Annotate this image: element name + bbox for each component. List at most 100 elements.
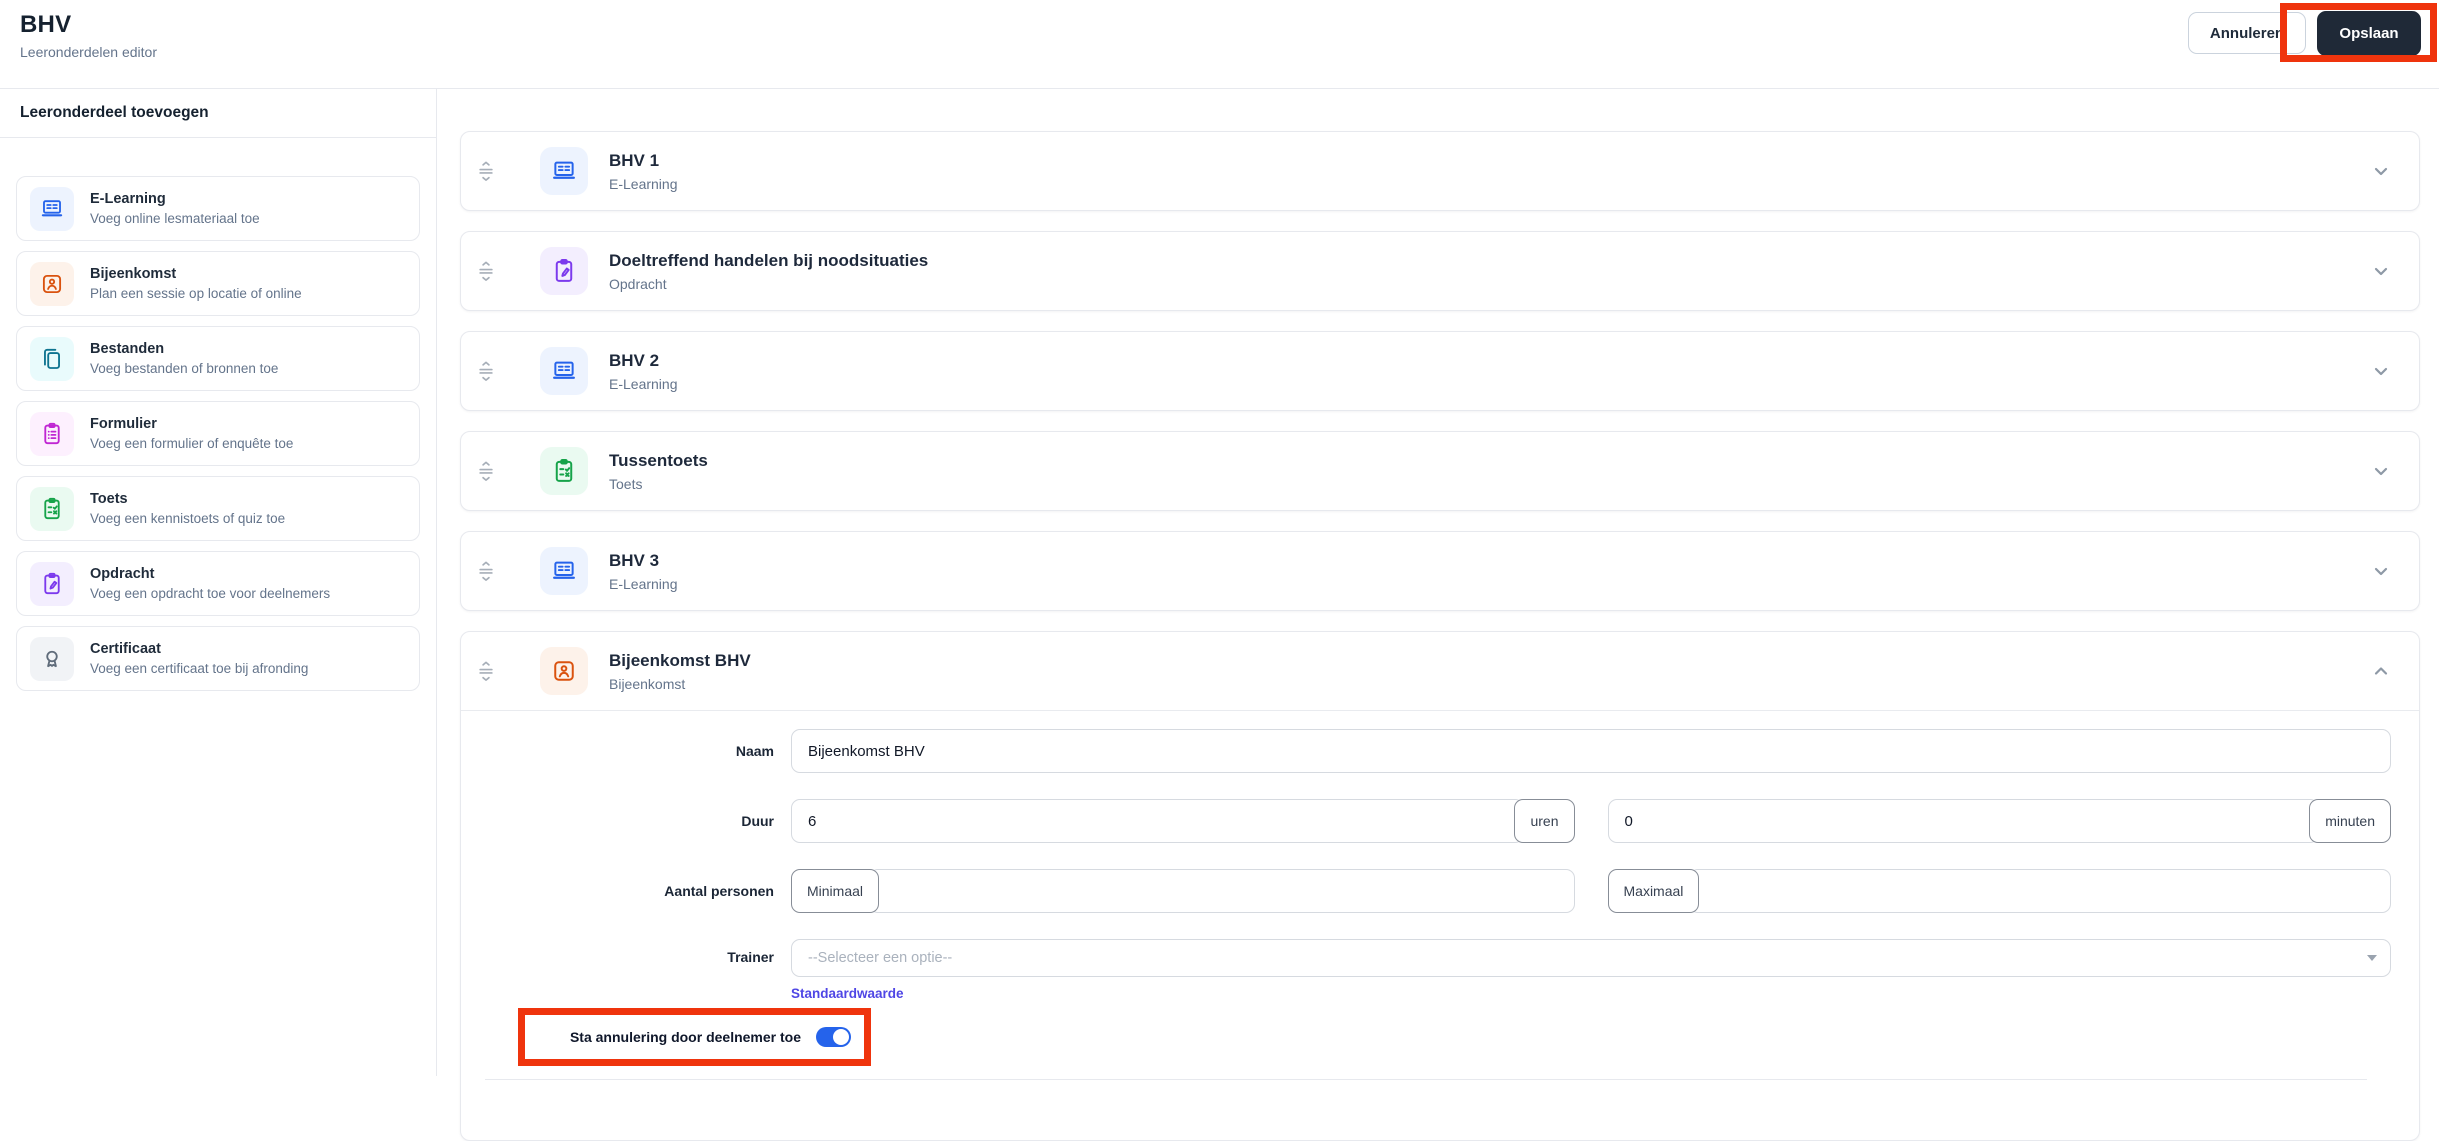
- component-title: Doeltreffend handelen bij noodsituaties: [609, 250, 929, 270]
- sidebar-item-label: Toets: [90, 491, 128, 507]
- assignment-icon: [30, 561, 74, 606]
- sidebar-item-description: Plan een sessie op locatie of online: [90, 286, 302, 301]
- cancellation-toggle-highlight-annotation: Sta annulering door deelnemer toe: [518, 1008, 871, 1066]
- cancellation-toggle-label: Sta annulering door deelnemer toe: [569, 1029, 801, 1045]
- page-header: BHV Leeronderdelen editor Annuleren Opsl…: [0, 0, 2439, 89]
- minutes-suffix: minuten: [2309, 799, 2391, 843]
- trainer-select-placeholder: --Selecteer een optie--: [808, 950, 953, 966]
- participant-cancellation-toggle[interactable]: [816, 1027, 851, 1047]
- drag-handle-icon[interactable]: [477, 259, 495, 283]
- drag-handle-icon[interactable]: [477, 459, 495, 483]
- sidebar-item-description: Voeg een kennistoets of quiz toe: [90, 511, 286, 526]
- sidebar: Leeronderdeel toevoegen E-Learning Voeg …: [0, 89, 437, 1076]
- component-type: Toets: [609, 475, 643, 492]
- learning-component-list: BHV 1 E-Learning Doeltreffend handelen b…: [460, 131, 2420, 611]
- component-row-header[interactable]: BHV 2 E-Learning: [461, 332, 2419, 410]
- chevron-down-icon[interactable]: [2369, 259, 2393, 283]
- component-type: E-Learning: [609, 375, 678, 392]
- expanded-card-title: Bijeenkomst BHV: [609, 650, 751, 670]
- sidebar-item-bijeenkomst[interactable]: Bijeenkomst Plan een sessie op locatie o…: [16, 251, 420, 316]
- drag-handle-icon[interactable]: [477, 359, 495, 383]
- min-people-input[interactable]: [869, 869, 1575, 913]
- header-text: BHV Leeronderdelen editor: [20, 11, 157, 60]
- sidebar-item-label: Formulier: [90, 416, 157, 432]
- people-count-label: Aantal personen: [664, 883, 774, 899]
- expanded-card-bijeenkomst-bhv: Bijeenkomst BHV Bijeenkomst Naam Duur: [460, 631, 2420, 1141]
- page-subtitle: Leeronderdelen editor: [20, 44, 157, 60]
- default-value-link[interactable]: Standaardwaarde: [791, 986, 904, 1001]
- cancel-button[interactable]: Annuleren: [2188, 12, 2306, 54]
- component-card-bhv-1: BHV 1 E-Learning: [460, 131, 2420, 211]
- max-people-group: Maximaal: [1607, 869, 2391, 913]
- meeting-icon: [540, 647, 588, 695]
- component-card-bhv-3: BHV 3 E-Learning: [460, 531, 2420, 611]
- assignment-icon: [540, 247, 588, 295]
- sidebar-item-description: Voeg bestanden of bronnen toe: [90, 361, 279, 376]
- duration-hours-input[interactable]: [791, 799, 1525, 843]
- select-caret-icon: [2367, 955, 2377, 961]
- drag-handle-icon[interactable]: [477, 159, 495, 183]
- elearning-icon: [30, 186, 74, 231]
- component-title: BHV 3: [609, 550, 660, 570]
- certificate-icon: [30, 636, 74, 681]
- sidebar-item-e-learning[interactable]: E-Learning Voeg online lesmateriaal toe: [16, 176, 420, 241]
- sidebar-item-toets[interactable]: Toets Voeg een kennistoets of quiz toe: [16, 476, 420, 541]
- main-panel: BHV 1 E-Learning Doeltreffend handelen b…: [437, 89, 2439, 1141]
- quiz-icon: [540, 447, 588, 495]
- component-type: E-Learning: [609, 175, 678, 192]
- expanded-card-header[interactable]: Bijeenkomst BHV Bijeenkomst: [461, 632, 2419, 711]
- sidebar-item-description: Voeg een opdracht toe voor deelnemers: [90, 586, 331, 601]
- hours-suffix: uren: [1514, 799, 1575, 843]
- chevron-down-icon[interactable]: [2369, 359, 2393, 383]
- chevron-down-icon[interactable]: [2369, 159, 2393, 183]
- sidebar-item-bestanden[interactable]: Bestanden Voeg bestanden of bronnen toe: [16, 326, 420, 391]
- page-title: BHV: [20, 11, 72, 38]
- duration-hours-group: uren: [791, 799, 1575, 843]
- sidebar-item-formulier[interactable]: Formulier Voeg een formulier of enquête …: [16, 401, 420, 466]
- duration-minutes-group: minuten: [1607, 799, 2391, 843]
- sidebar-item-certificaat[interactable]: Certificaat Voeg een certificaat toe bij…: [16, 626, 420, 691]
- quiz-icon: [30, 486, 74, 531]
- elearning-icon: [540, 347, 588, 395]
- component-card-bhv-2: BHV 2 E-Learning: [460, 331, 2420, 411]
- trainer-select[interactable]: --Selecteer een optie--: [791, 939, 2391, 977]
- chevron-up-icon[interactable]: [2369, 659, 2393, 683]
- component-card-doeltreffend-handelen: Doeltreffend handelen bij noodsituaties …: [460, 231, 2420, 311]
- sidebar-item-label: Certificaat: [90, 641, 161, 657]
- max-people-input[interactable]: [1689, 869, 2391, 913]
- duration-minutes-input[interactable]: [1607, 799, 2320, 843]
- name-label: Naam: [735, 743, 774, 759]
- component-title: Tussentoets: [609, 450, 708, 470]
- component-card-tussentoets: Tussentoets Toets: [460, 431, 2420, 511]
- sidebar-item-opdracht[interactable]: Opdracht Voeg een opdracht toe voor deel…: [16, 551, 420, 616]
- component-row-header[interactable]: Doeltreffend handelen bij noodsituaties …: [461, 232, 2419, 310]
- minimum-prefix: Minimaal: [791, 869, 880, 913]
- chevron-down-icon[interactable]: [2369, 459, 2393, 483]
- expanded-card-type: Bijeenkomst: [609, 675, 686, 692]
- form-bottom-divider: [485, 1079, 2367, 1140]
- name-input[interactable]: [791, 729, 2391, 773]
- toggle-knob: [833, 1029, 849, 1045]
- component-title: BHV 2: [609, 350, 660, 370]
- trainer-label: Trainer: [727, 949, 774, 965]
- component-row-header[interactable]: BHV 1 E-Learning: [461, 132, 2419, 210]
- sidebar-item-description: Voeg een certificaat toe bij afronding: [90, 661, 309, 676]
- component-title: BHV 1: [609, 150, 660, 170]
- component-row-header[interactable]: Tussentoets Toets: [461, 432, 2419, 510]
- component-row-header[interactable]: BHV 3 E-Learning: [461, 532, 2419, 610]
- component-type: E-Learning: [609, 575, 678, 592]
- sidebar-item-label: E-Learning: [90, 191, 166, 207]
- duration-label: Duur: [741, 813, 774, 829]
- chevron-down-icon[interactable]: [2369, 559, 2393, 583]
- maximum-prefix: Maximaal: [1607, 869, 1700, 913]
- save-button[interactable]: Opslaan: [2317, 11, 2421, 56]
- component-type: Opdracht: [609, 275, 667, 292]
- drag-handle-icon[interactable]: [477, 559, 495, 583]
- elearning-icon: [540, 547, 588, 595]
- sidebar-title: Leeronderdeel toevoegen: [0, 89, 436, 138]
- sidebar-item-description: Voeg online lesmateriaal toe: [90, 211, 260, 226]
- sidebar-item-description: Voeg een formulier of enquête toe: [90, 436, 294, 451]
- drag-handle-icon[interactable]: [477, 659, 495, 683]
- min-people-group: Minimaal: [791, 869, 1575, 913]
- sidebar-item-list: E-Learning Voeg online lesmateriaal toe …: [0, 138, 436, 691]
